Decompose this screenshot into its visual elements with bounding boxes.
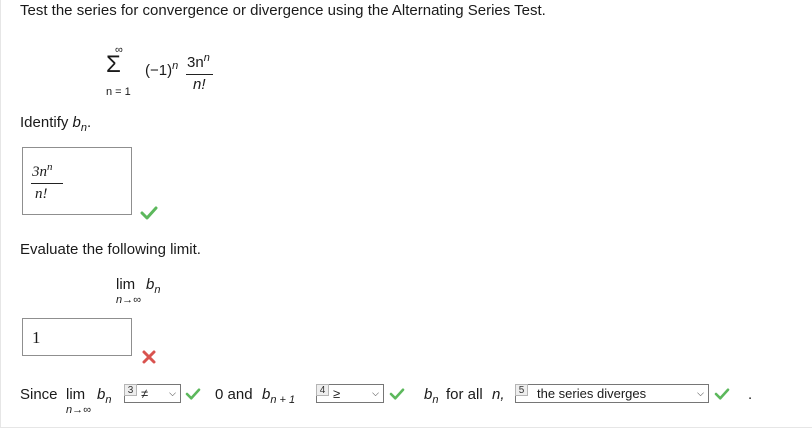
numerator-base: 3n <box>187 54 204 71</box>
numerator-exponent: n <box>203 52 210 64</box>
chevron-down-icon: ⌵ <box>697 388 704 398</box>
limit-under: n→∞ <box>116 294 141 306</box>
bn-plus-1: bn + 1 <box>262 386 295 406</box>
answer-denominator: n! <box>35 186 48 202</box>
select-4-number: 4 <box>316 384 329 396</box>
select-4-value: ≥ <box>333 386 341 401</box>
limit-answer-box[interactable]: 1 <box>22 318 132 356</box>
select-5-value: the series diverges <box>537 386 647 401</box>
limit-word: lim <box>116 276 136 293</box>
chevron-down-icon: ⌵ <box>169 388 176 398</box>
sign-term: (−1)n <box>145 60 178 79</box>
series-numerator: 3nn <box>187 52 210 71</box>
limit-prompt: Evaluate the following limit. <box>20 241 201 258</box>
sign-exponent: n <box>172 60 179 72</box>
select-3-dropdown[interactable]: 3 ≠ ⌵ <box>124 384 181 403</box>
since-text: Since <box>20 386 58 403</box>
check-icon <box>714 388 730 400</box>
bn-text: bn <box>424 386 438 406</box>
question-prompt: Test the series for convergence or diver… <box>20 2 546 19</box>
cross-icon <box>142 350 156 364</box>
series-denominator: n! <box>193 76 206 93</box>
zero-and-text: 0 and <box>215 386 253 403</box>
limit-var: bn <box>146 276 160 296</box>
check-icon <box>185 388 201 400</box>
since-lim: lim <box>66 386 86 403</box>
sign-base: (−1) <box>145 62 173 79</box>
identify-var: b <box>72 114 81 131</box>
select-4-dropdown[interactable]: 4 ≥ ⌵ <box>316 384 384 403</box>
identify-prefix: Identify <box>20 114 73 131</box>
chevron-down-icon: ⌵ <box>372 388 379 398</box>
limit-sub: n <box>154 284 161 296</box>
identify-suffix: . <box>87 114 92 131</box>
final-period: . <box>748 386 753 403</box>
answer-num-base: 3n <box>32 164 47 180</box>
limit-answer-value: 1 <box>32 328 41 347</box>
select-5-number: 5 <box>515 384 528 396</box>
since-sub: n <box>105 394 112 406</box>
answer-box-bn[interactable]: 3nn n! <box>22 147 132 215</box>
bn-sub: n <box>432 394 439 406</box>
select-5-dropdown[interactable]: 5 the series diverges ⌵ <box>515 384 709 403</box>
identify-label: Identify bn. <box>20 114 91 134</box>
check-icon <box>389 388 405 400</box>
bn1-sub: n + 1 <box>270 394 296 406</box>
select-3-number: 3 <box>124 384 137 396</box>
for-all-text: for all <box>446 386 483 403</box>
since-bn: bn <box>97 386 111 406</box>
check-icon <box>140 206 158 220</box>
answer-numerator: 3nn <box>32 161 53 181</box>
fraction-bar <box>186 74 213 75</box>
answer-fraction-bar <box>31 183 63 184</box>
sigma-symbol: Σ <box>106 51 121 78</box>
since-lim-under: n→∞ <box>66 404 91 416</box>
sum-lower-limit: n = 1 <box>106 86 131 98</box>
n-comma-text: n, <box>492 386 505 403</box>
select-3-value: ≠ <box>141 386 149 401</box>
answer-num-exp: n <box>47 161 53 173</box>
